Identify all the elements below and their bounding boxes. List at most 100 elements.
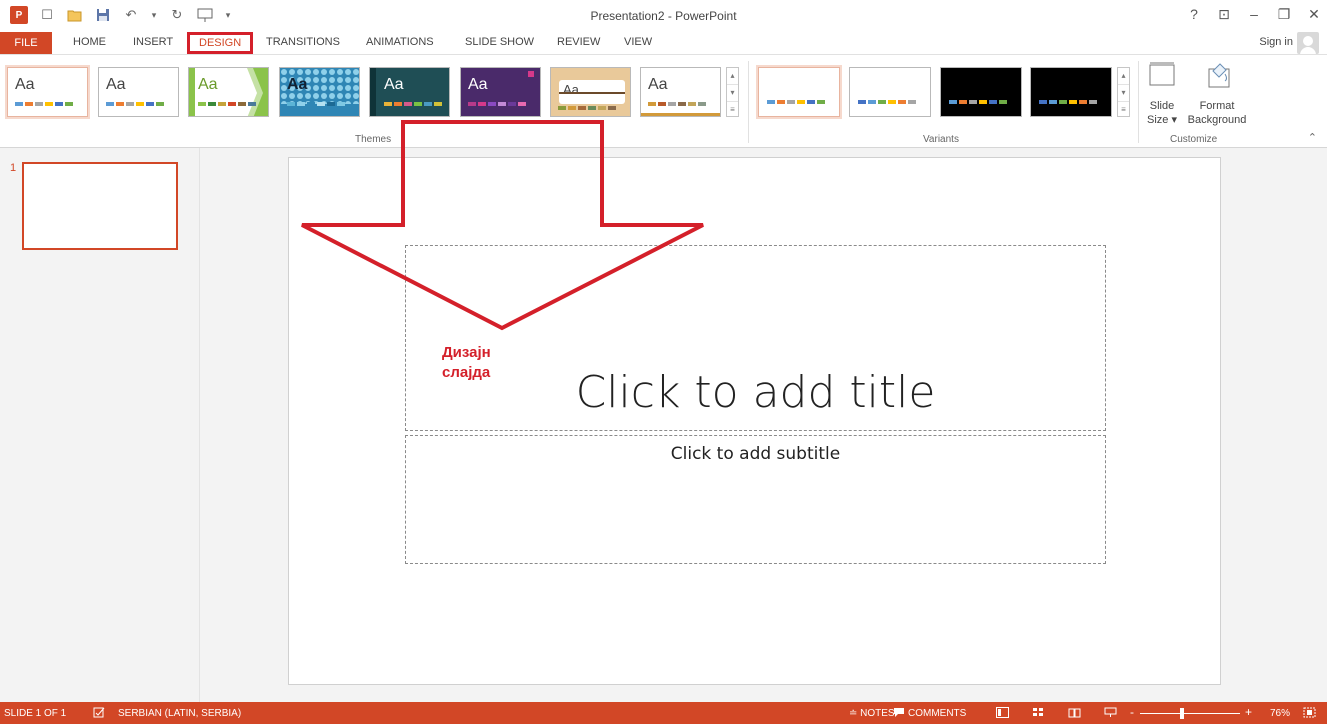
undo-dropdown-icon[interactable]: ▾ [150, 6, 158, 24]
variants-more-icon[interactable]: ≡ [1118, 102, 1129, 118]
theme-facet[interactable]: Aa [188, 67, 269, 117]
theme-preview-text: Aa [15, 76, 35, 93]
annotation-line-2: слајда [442, 364, 491, 381]
slide-size-label-2: Size ▾ [1147, 114, 1177, 126]
theme-organic[interactable]: Aa [550, 67, 631, 117]
slide-size-icon [1149, 62, 1175, 86]
powerpoint-logo-icon[interactable]: P [10, 6, 28, 24]
tab-file[interactable]: FILE [0, 32, 52, 54]
format-background-icon [1208, 63, 1230, 88]
themes-gallery-scroll: ▴ ▾ ≡ [726, 67, 739, 117]
zoom-slider-thumb[interactable] [1180, 708, 1184, 719]
tab-view[interactable]: VIEW [624, 36, 652, 48]
sign-in-link[interactable]: Sign in [1259, 36, 1293, 48]
slide-show-view-icon[interactable] [1104, 707, 1117, 718]
themes-scroll-down-icon[interactable]: ▾ [727, 85, 738, 102]
new-file-icon[interactable]: ☐ [38, 6, 56, 24]
variant-color-bars [858, 100, 916, 104]
group-separator [748, 61, 749, 143]
theme-preview-text: Aa [563, 82, 579, 97]
variant-4[interactable] [1030, 67, 1112, 117]
theme-preview-text: Aa [198, 76, 218, 93]
normal-view-icon[interactable] [996, 707, 1009, 718]
ribbon-tabs: FILE HOME INSERT DESIGN TRANSITIONS ANIM… [0, 32, 1327, 54]
tab-insert[interactable]: INSERT [133, 36, 173, 48]
variants-scroll-down-icon[interactable]: ▾ [1118, 85, 1129, 102]
theme-preview-text: Aa [648, 76, 668, 93]
format-background-button[interactable]: Format Background [1184, 61, 1250, 127]
quick-access-toolbar: P ☐ ↶ ▾ ↻ ▾ [10, 6, 232, 24]
zoom-in-button[interactable]: + [1245, 705, 1252, 719]
theme-color-bars [106, 102, 164, 106]
customize-group-label: Customize [1170, 134, 1218, 145]
theme-accent-square [528, 71, 534, 77]
reading-view-icon[interactable] [1068, 707, 1081, 718]
tab-design[interactable]: DESIGN [187, 32, 254, 54]
language-indicator[interactable]: SERBIAN (LATIN, SERBIA) [118, 708, 241, 719]
zoom-out-button[interactable]: - [1130, 705, 1134, 719]
variants-scroll-up-icon[interactable]: ▴ [1118, 68, 1129, 85]
help-icon[interactable]: ? [1187, 6, 1201, 23]
slide-sorter-view-icon[interactable] [1032, 707, 1045, 718]
tab-home[interactable]: HOME [73, 36, 106, 48]
tab-review[interactable]: REVIEW [557, 36, 600, 48]
comments-button[interactable]: COMMENTS [908, 708, 966, 719]
variant-3[interactable] [940, 67, 1022, 117]
slide-thumbnail[interactable] [22, 162, 178, 250]
zoom-slider[interactable] [1140, 713, 1240, 714]
undo-icon[interactable]: ↶ [122, 6, 140, 24]
themes-scroll-up-icon[interactable]: ▴ [727, 68, 738, 85]
redo-icon[interactable]: ↻ [168, 6, 186, 24]
start-slideshow-icon[interactable] [196, 6, 214, 24]
theme-office[interactable]: Aa [7, 67, 88, 117]
subtitle-placeholder[interactable]: Click to add subtitle [405, 435, 1106, 564]
save-icon[interactable] [94, 6, 112, 24]
annotation-line-1: Дизајн [442, 344, 491, 361]
fit-slide-to-window-icon[interactable] [1303, 707, 1316, 718]
tab-transitions[interactable]: TRANSITIONS [266, 36, 340, 48]
slide-size-button[interactable]: Slide Size ▾ [1144, 61, 1180, 127]
spelling-check-icon[interactable] [93, 707, 105, 718]
open-folder-icon[interactable] [66, 6, 84, 24]
variant-2[interactable] [849, 67, 931, 117]
title-placeholder[interactable]: Click to add title [405, 245, 1106, 431]
theme-accent-strip [370, 68, 376, 116]
themes-more-icon[interactable]: ≡ [727, 102, 738, 118]
comments-icon [894, 708, 904, 717]
theme-office-2[interactable]: Aa [98, 67, 179, 117]
slide-thumbnail-number: 1 [10, 162, 17, 174]
slide-count: SLIDE 1 OF 1 [4, 708, 67, 719]
theme-preview-text: Aa [384, 76, 404, 93]
theme-retrospect[interactable]: Aa [640, 67, 721, 117]
customize-qat-icon[interactable]: ▾ [224, 6, 232, 24]
restore-icon[interactable]: ❐ [1277, 6, 1291, 23]
user-avatar-icon[interactable] [1297, 32, 1319, 54]
window-controls: ? ⊡ – ❐ ✕ [1187, 6, 1321, 23]
title-bar: P ☐ ↶ ▾ ↻ ▾ Presentation2 - PowerPoint ?… [0, 0, 1327, 32]
theme-ion[interactable]: Aa [369, 67, 450, 117]
minimize-icon[interactable]: – [1247, 6, 1261, 23]
ribbon-display-options-icon[interactable]: ⊡ [1217, 6, 1231, 23]
ribbon-design: Aa Aa Aa Aa Aa Aa Aa Aa ▴ ▾ ≡ Themes ▴ ▾… [0, 54, 1327, 148]
theme-rule [559, 92, 625, 94]
format-background-label-2: Background [1187, 114, 1247, 126]
variant-1[interactable] [758, 67, 840, 117]
variant-color-bars [1039, 100, 1097, 104]
theme-color-bars [468, 102, 526, 106]
slide-size-label-1: Slide [1149, 100, 1175, 112]
theme-integral[interactable]: Aa [279, 67, 360, 117]
close-icon[interactable]: ✕ [1307, 6, 1321, 23]
notes-button[interactable]: ≐ NOTES [849, 708, 895, 719]
variants-gallery-scroll: ▴ ▾ ≡ [1117, 67, 1130, 117]
theme-preview-text: Aa [287, 76, 308, 93]
zoom-level[interactable]: 76% [1270, 708, 1290, 719]
theme-ion-boardroom[interactable]: Aa [460, 67, 541, 117]
variant-color-bars [767, 100, 825, 104]
tab-slide-show[interactable]: SLIDE SHOW [465, 36, 534, 48]
collapse-ribbon-icon[interactable]: ⌃ [1308, 131, 1317, 144]
format-background-label-1: Format [1199, 100, 1235, 112]
slide-canvas[interactable]: Click to add title Click to add subtitle [288, 157, 1221, 685]
theme-preview-text: Aa [106, 76, 126, 93]
tab-animations[interactable]: ANIMATIONS [366, 36, 434, 48]
slide-thumbnail-pane: 1 [0, 148, 200, 702]
